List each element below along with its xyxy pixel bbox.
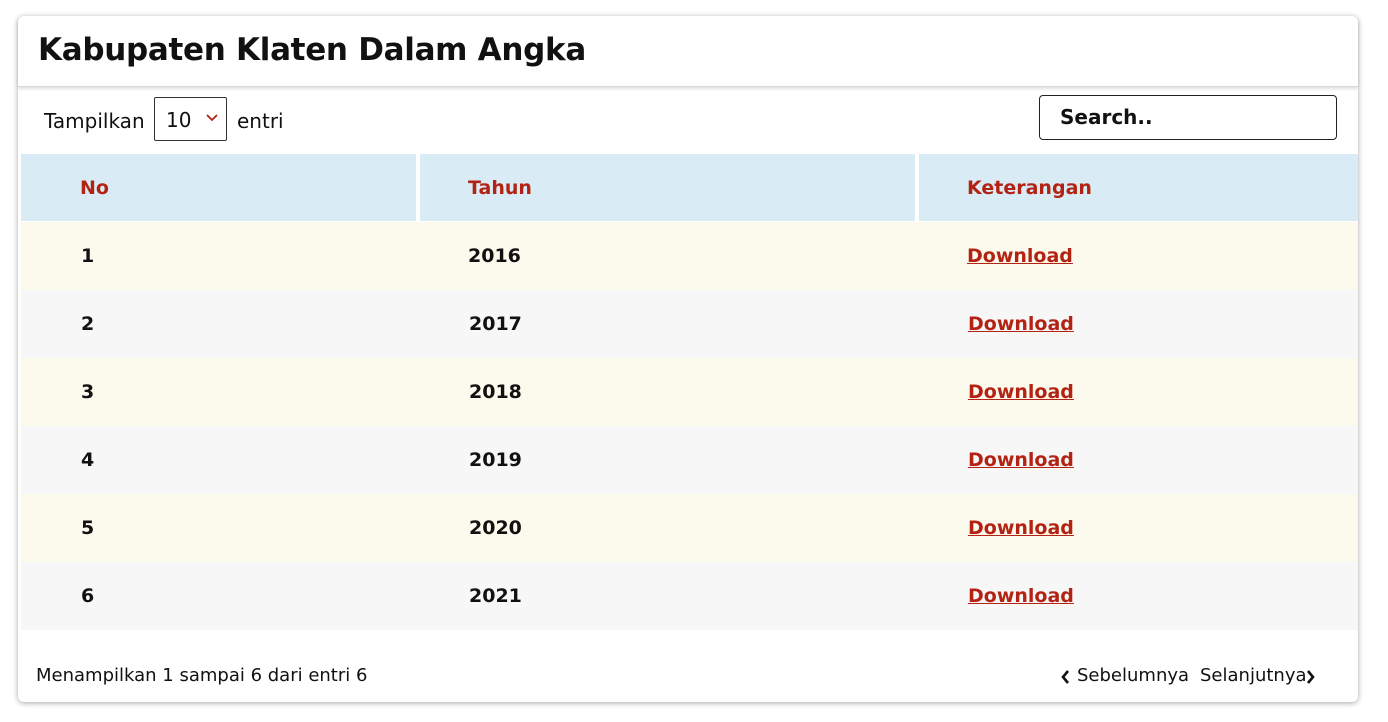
row-year: 2018 (469, 381, 522, 403)
page-length-select[interactable]: 10 (154, 97, 227, 141)
row-number: 6 (81, 585, 95, 607)
row-year: 2019 (469, 449, 522, 471)
download-link[interactable]: Download (968, 313, 1074, 335)
page-title: Kabupaten Klaten Dalam Angka (38, 32, 586, 68)
column-header-year[interactable]: Tahun (420, 154, 915, 221)
previous-page-label: Sebelumnya (1077, 665, 1190, 686)
entries-label: entri (237, 109, 284, 133)
table-row: 1 2016 Download (21, 222, 1358, 290)
row-number: 5 (81, 517, 95, 539)
row-number: 3 (81, 381, 95, 403)
row-number: 1 (81, 245, 95, 267)
download-link[interactable]: Download (968, 585, 1074, 607)
row-number: 2 (81, 313, 95, 335)
table-row: 2 2017 Download (21, 290, 1358, 358)
chevron-down-icon (206, 114, 218, 122)
download-link[interactable]: Download (968, 381, 1074, 403)
show-label: Tampilkan (44, 109, 145, 133)
search-input[interactable]: Search.. (1039, 95, 1337, 140)
column-header-no[interactable]: No (21, 154, 416, 221)
table-row: 6 2021 Download (21, 562, 1358, 630)
card-header: Kabupaten Klaten Dalam Angka (18, 16, 1358, 87)
row-year: 2021 (469, 585, 522, 607)
row-year: 2017 (469, 313, 522, 335)
table-header: No Tahun Keterangan (21, 154, 1358, 221)
chevron-right-icon (1307, 670, 1315, 684)
download-link[interactable]: Download (968, 449, 1074, 471)
download-link[interactable]: Download (968, 517, 1074, 539)
next-page-label: Selanjutnya (1200, 665, 1307, 686)
table-row: 4 2019 Download (21, 426, 1358, 494)
download-link[interactable]: Download (967, 245, 1073, 267)
next-page-button[interactable]: Selanjutnya (1200, 665, 1320, 689)
chevron-left-icon (1061, 670, 1069, 684)
table-info: Menampilkan 1 sampai 6 dari entri 6 (36, 665, 368, 686)
previous-page-button[interactable]: Sebelumnya (1060, 665, 1189, 689)
row-year: 2020 (469, 517, 522, 539)
table-row: 5 2020 Download (21, 494, 1358, 562)
row-number: 4 (81, 449, 95, 471)
column-header-description[interactable]: Keterangan (919, 154, 1358, 221)
row-year: 2016 (468, 245, 521, 267)
page-length-value: 10 (166, 108, 192, 132)
table-row: 3 2018 Download (21, 358, 1358, 426)
